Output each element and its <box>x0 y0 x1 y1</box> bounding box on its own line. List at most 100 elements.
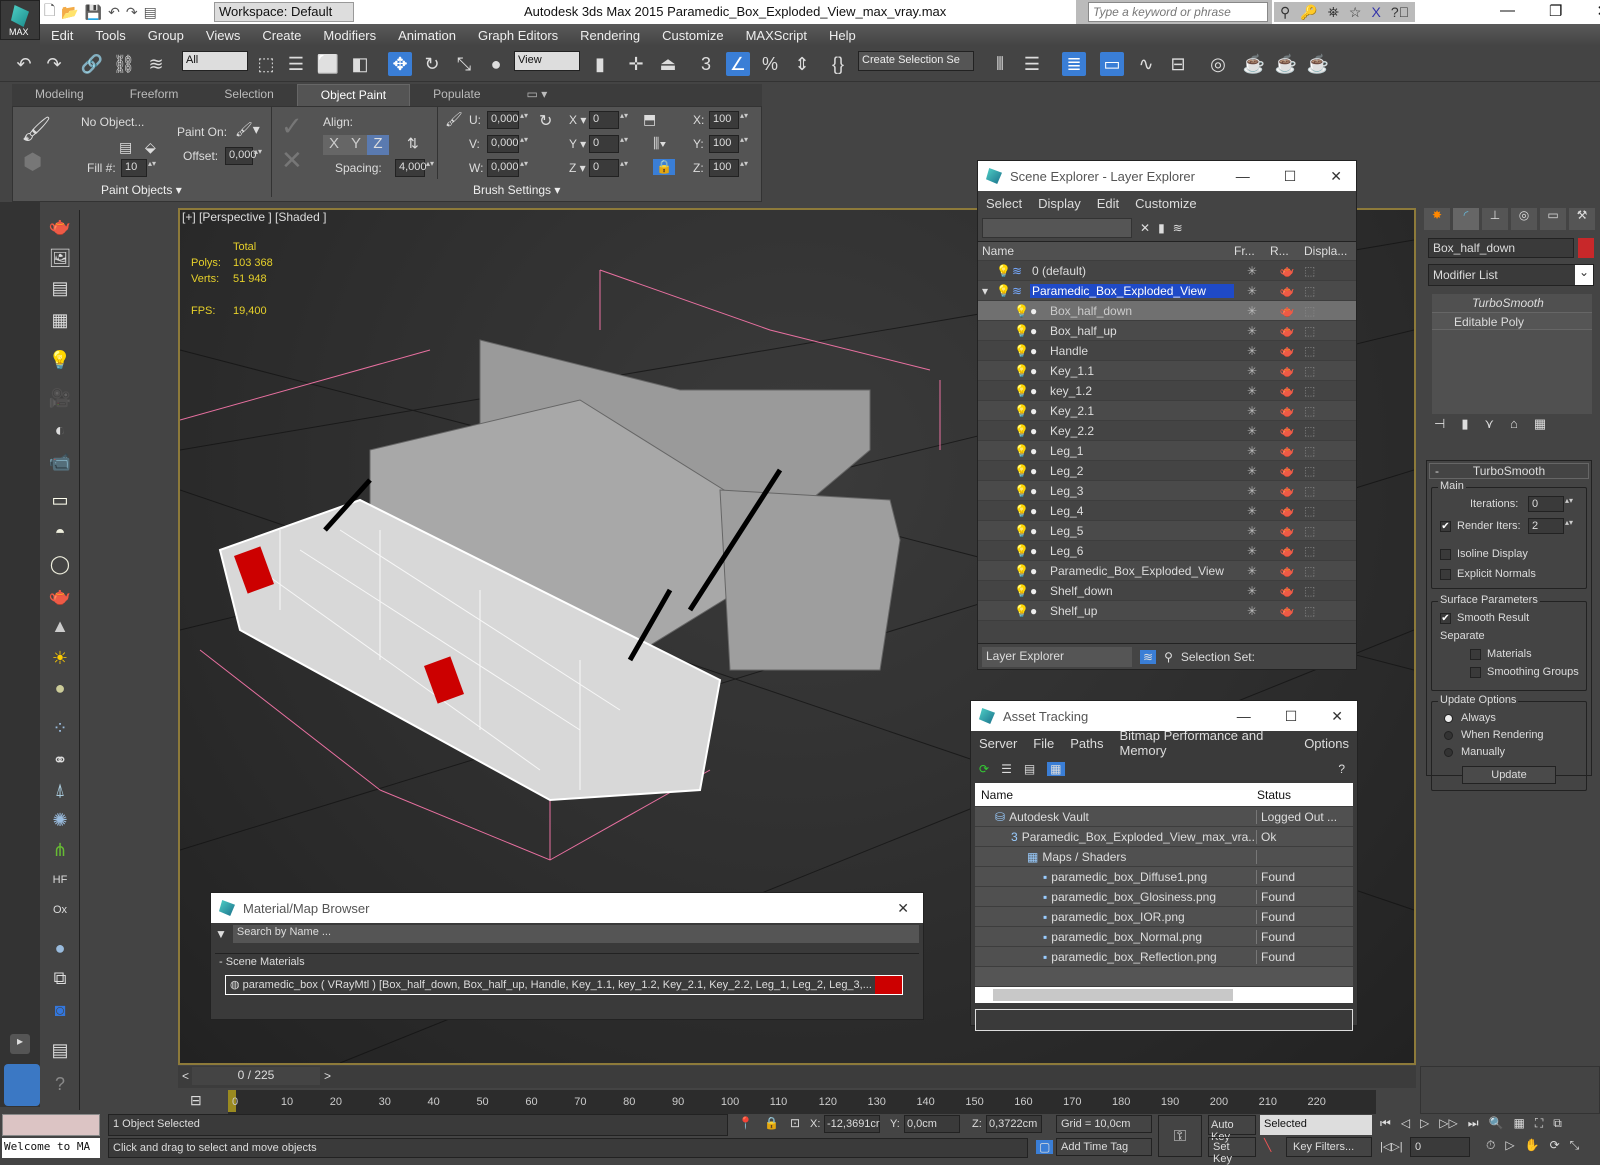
close-icon[interactable]: ✕ <box>897 900 909 917</box>
object-name[interactable]: Box_half_down <box>1048 304 1234 318</box>
update-when-rendering-radio[interactable]: When Rendering <box>1444 729 1544 741</box>
display-box-icon[interactable]: ⬚ <box>1304 484 1315 498</box>
stack-item-turbosmooth[interactable]: TurboSmooth <box>1432 294 1592 312</box>
close-icon[interactable]: ✕ <box>1596 2 1600 20</box>
object-row[interactable]: 💡 ● Key_2.2 ✳ 🫖 ⬚ <box>978 421 1356 441</box>
object-name-field[interactable]: Box_half_down <box>1428 238 1574 258</box>
scene-explorer-titlebar[interactable]: Scene Explorer - Layer Explorer — ☐ ✕ <box>978 161 1356 191</box>
pick-list-icon[interactable]: ▤ <box>119 139 132 156</box>
visibility-bulb-icon[interactable]: 💡 <box>1014 484 1030 498</box>
renderable-teapot-icon[interactable]: 🫖 <box>1270 284 1304 298</box>
menu-server[interactable]: Server <box>971 736 1025 751</box>
col-render[interactable]: R... <box>1270 244 1304 258</box>
asset-path-field[interactable] <box>975 1009 1353 1031</box>
visibility-bulb-icon[interactable]: 💡 <box>1014 544 1030 558</box>
auto-key-button[interactable]: Auto Key <box>1208 1115 1256 1143</box>
layer-row[interactable]: ▾ 💡 ≋ Paramedic_Box_Exploded_View ✳ 🫖 ⬚ <box>978 281 1356 301</box>
zoom-extents-all-icon[interactable]: ⧉ <box>1553 1116 1562 1131</box>
maximize-icon[interactable]: ☐ <box>1285 708 1298 725</box>
object-name[interactable]: Key_1.1 <box>1048 364 1234 378</box>
binoculars-icon[interactable]: ⚲ <box>1280 4 1290 21</box>
object-row[interactable]: 💡 ● Key_2.1 ✳ 🫖 ⬚ <box>978 401 1356 421</box>
material-search-input[interactable]: Search by Name ... <box>232 925 919 943</box>
rect-light-icon[interactable]: ▭ <box>47 488 73 512</box>
freeze-icon[interactable]: ✳ <box>1234 604 1270 618</box>
object-name[interactable]: Leg_3 <box>1048 484 1234 498</box>
time-slider[interactable]: < 0 / 225 > <box>178 1066 1416 1088</box>
renderable-teapot-icon[interactable]: 🫖 <box>1270 344 1304 358</box>
renderable-teapot-icon[interactable]: 🫖 <box>1270 444 1304 458</box>
next-key-icon[interactable]: ▷▷ <box>1439 1116 1457 1131</box>
rot-z-spinner[interactable]: 0 <box>589 159 630 177</box>
create-layer-icon[interactable]: ▮ <box>1158 221 1165 235</box>
align-icon[interactable]: ☰ <box>1020 52 1044 76</box>
z-coord-field[interactable]: 0,3722cm <box>986 1115 1042 1133</box>
zoom-extents-icon[interactable]: ⛶ <box>1535 1116 1543 1131</box>
object-row[interactable]: 💡 ● Key_1.1 ✳ 🫖 ⬚ <box>978 361 1356 381</box>
fill-spinner[interactable]: 10 <box>121 159 158 177</box>
refresh-icon[interactable]: ⟳ <box>979 762 989 776</box>
v-spinner[interactable]: 0,000 <box>487 135 530 153</box>
set-key-button[interactable]: Set Key <box>1208 1137 1256 1165</box>
offset-spinner[interactable]: 0,000 <box>225 147 264 165</box>
pan-icon[interactable]: ✋ <box>1525 1138 1540 1153</box>
object-name[interactable]: Key_2.2 <box>1048 424 1234 438</box>
smooth-result-checkbox[interactable]: ✔ Smooth Result <box>1440 612 1529 624</box>
isolate-icon[interactable]: 📍 <box>738 1116 753 1130</box>
ies-light-icon[interactable]: ▲ <box>47 614 73 638</box>
freeze-icon[interactable]: ✳ <box>1234 544 1270 558</box>
tab-freeform[interactable]: Freeform <box>107 84 202 106</box>
renderable-teapot-icon[interactable]: 🫖 <box>1270 364 1304 378</box>
tab-object-paint[interactable]: Object Paint <box>296 84 411 106</box>
paint-on-dropdown[interactable]: 🖌▾ <box>235 121 260 138</box>
display-box-icon[interactable]: ⬚ <box>1304 404 1315 418</box>
scene-materials-group[interactable]: - Scene Materials <box>215 953 919 971</box>
show-end-result-icon[interactable]: ▮ <box>1461 416 1468 432</box>
percent-snap-icon[interactable]: % <box>758 52 782 76</box>
object-name[interactable]: Leg_1 <box>1048 444 1234 458</box>
viewport-label[interactable]: [+] [Perspective ] [Shaded ] <box>182 210 326 224</box>
menu-tools[interactable]: Tools <box>84 28 136 43</box>
menu-graph-editors[interactable]: Graph Editors <box>467 28 569 43</box>
rect-selection-icon[interactable]: ⬜ <box>316 52 340 76</box>
minimize-icon[interactable]: — <box>1237 708 1251 725</box>
create-tab-icon[interactable]: ✸ <box>1424 208 1450 230</box>
undo-icon[interactable]: ↶ <box>12 52 36 76</box>
asset-row[interactable]: ▦ Maps / Shaders <box>975 847 1353 867</box>
scale-x-spinner[interactable]: 100 <box>709 111 750 129</box>
track-bar[interactable]: 0 10 20 30 40 50 60 70 80 90 100 110 120 130 140 150 160… <box>228 1090 1376 1114</box>
visibility-bulb-icon[interactable]: 💡 <box>1014 604 1030 618</box>
freeze-icon[interactable]: ✳ <box>1234 304 1270 318</box>
visibility-bulb-icon[interactable]: 💡 <box>1014 324 1030 338</box>
freeze-icon[interactable]: ✳ <box>1234 564 1270 578</box>
update-button[interactable]: Update <box>1462 766 1556 784</box>
orbit-icon[interactable]: ⟳ <box>1550 1138 1560 1153</box>
object-row[interactable]: 💡 ● Box_half_up ✳ 🫖 ⬚ <box>978 321 1356 341</box>
scale-z-spinner[interactable]: 100 <box>709 159 750 177</box>
hair-farm-icon[interactable]: HF <box>47 868 73 892</box>
expand-panel-icon[interactable]: ▸ <box>10 1034 30 1054</box>
project-folder-icon[interactable]: ▤ <box>144 4 157 21</box>
modify-tab-icon[interactable]: ◜ <box>1453 208 1479 230</box>
select-scale-icon[interactable]: ⤡ <box>452 52 476 76</box>
key-mode-dropdown[interactable]: Selected <box>1260 1115 1372 1135</box>
renderable-teapot-icon[interactable]: 🫖 <box>1270 564 1304 578</box>
layers-mode-icon[interactable]: ≋ <box>1140 649 1157 664</box>
commit-check-icon[interactable]: ✓ <box>281 111 303 142</box>
goto-end-icon[interactable]: ⏭ <box>1468 1116 1479 1131</box>
table-icon[interactable]: ▦ <box>47 308 73 332</box>
update-always-radio[interactable]: Always <box>1444 712 1496 724</box>
object-row[interactable]: 💡 ● Leg_1 ✳ 🫖 ⬚ <box>978 441 1356 461</box>
teapot-icon[interactable]: 🫖 <box>47 214 73 238</box>
freeze-icon[interactable]: ✳ <box>1234 284 1270 298</box>
redo-icon[interactable]: ↷ <box>126 4 138 21</box>
redo-icon[interactable]: ↷ <box>42 52 66 76</box>
display-box-icon[interactable]: ⬚ <box>1304 464 1315 478</box>
help-search-input[interactable]: Type a keyword or phrase <box>1088 2 1268 22</box>
motion-tab-icon[interactable]: ◎ <box>1511 208 1537 230</box>
u-spinner[interactable]: 0,000 <box>487 111 530 129</box>
col-display[interactable]: Displa... <box>1304 244 1347 258</box>
menu-display[interactable]: Display <box>1030 196 1089 211</box>
object-name[interactable]: Shelf_down <box>1048 584 1234 598</box>
menu-select[interactable]: Select <box>978 196 1030 211</box>
